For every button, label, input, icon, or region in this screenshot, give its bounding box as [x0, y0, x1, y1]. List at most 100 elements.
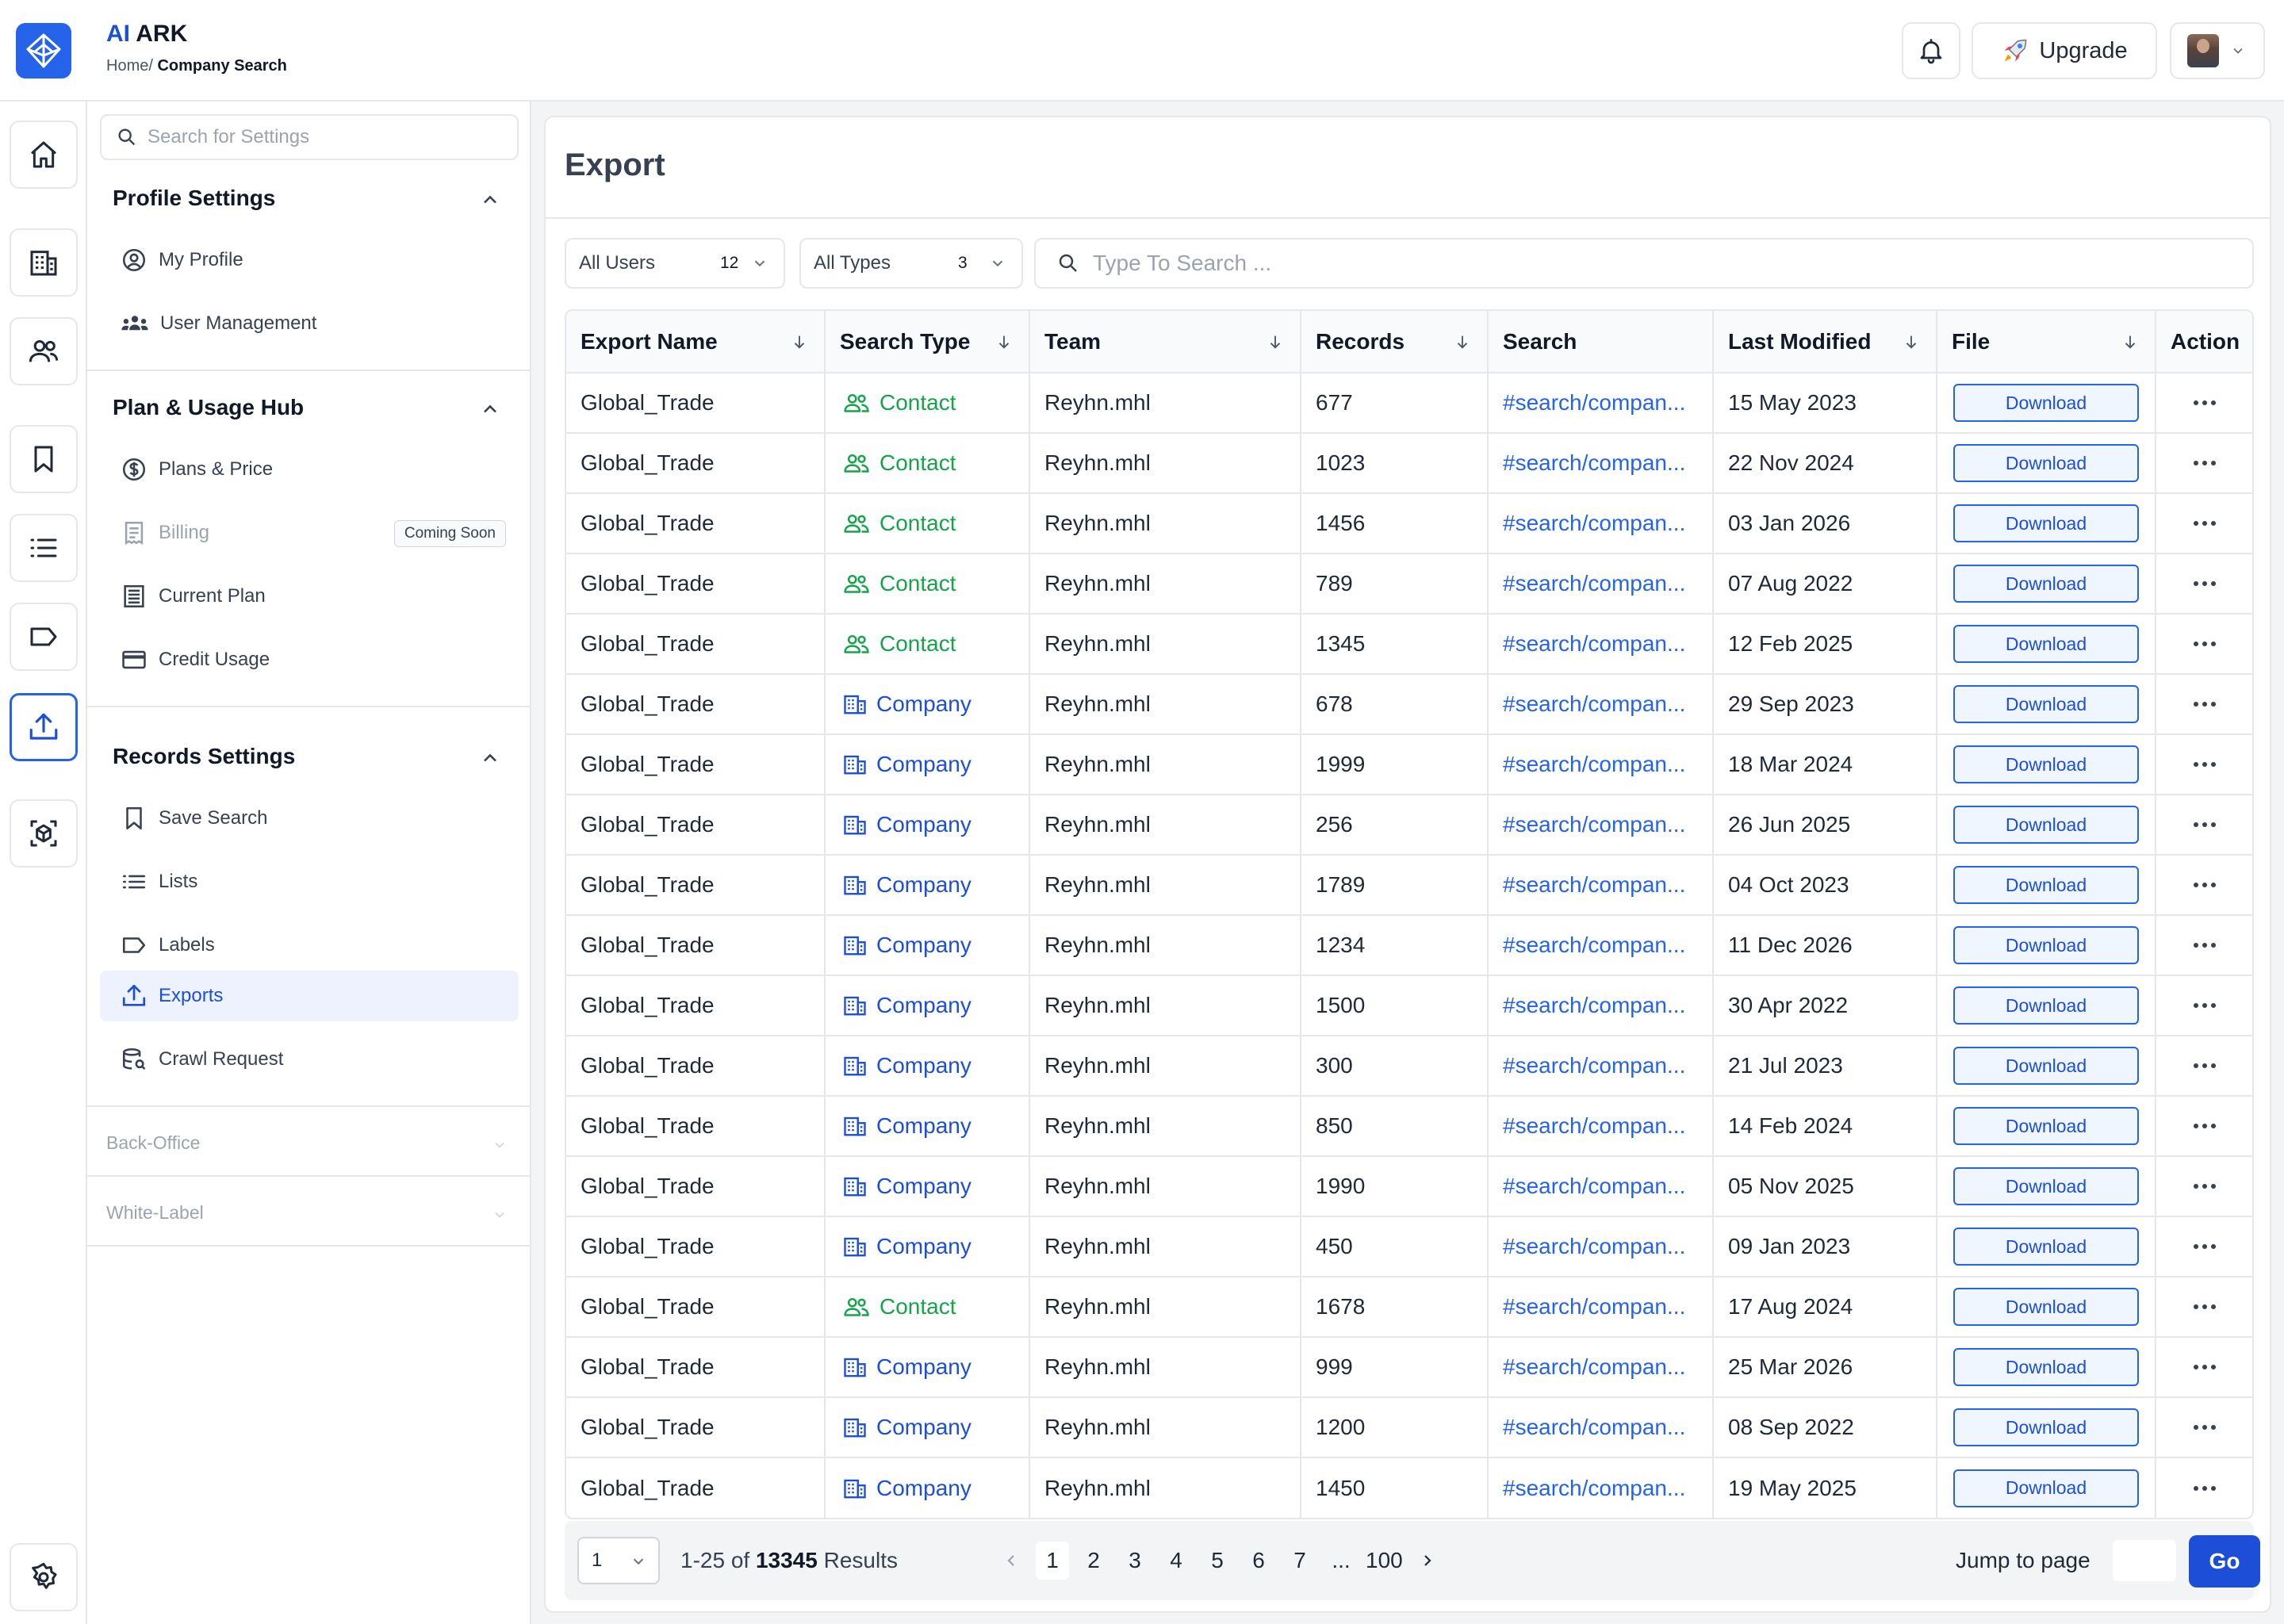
table-row[interactable]: Global_Trade Company Reyhn.mhl 1450 #search/…: [566, 1457, 2252, 1518]
sidebar-item-my-profile[interactable]: My Profile: [100, 235, 519, 285]
types-filter[interactable]: All Types 3: [799, 238, 1023, 289]
user-menu-button[interactable]: [2170, 22, 2265, 79]
search-link[interactable]: #search/compan...: [1503, 1415, 1685, 1439]
rail-lists-button[interactable]: [10, 514, 78, 582]
more-options-icon[interactable]: [2156, 581, 2252, 586]
download-button[interactable]: Download: [1953, 1348, 2139, 1386]
sidebar-item-crawl-request[interactable]: Crawl Request: [100, 1034, 519, 1085]
more-options-icon[interactable]: [2156, 1425, 2252, 1430]
settings-search[interactable]: [100, 114, 519, 160]
more-options-icon[interactable]: [2156, 1184, 2252, 1189]
download-button[interactable]: Download: [1953, 625, 2139, 663]
more-options-icon[interactable]: [2156, 521, 2252, 526]
search-link[interactable]: #search/compan...: [1503, 691, 1685, 716]
rail-saved-button[interactable]: [10, 425, 78, 493]
search-link[interactable]: #search/compan...: [1503, 933, 1685, 957]
download-button[interactable]: Download: [1953, 926, 2139, 964]
export-search[interactable]: [1034, 238, 2254, 289]
column-header[interactable]: Records: [1301, 311, 1489, 373]
search-link[interactable]: #search/compan...: [1503, 1476, 1685, 1500]
app-logo[interactable]: [16, 23, 71, 79]
section-title-back-office[interactable]: Back-Office: [106, 1132, 200, 1154]
upgrade-button[interactable]: Upgrade: [1972, 22, 2157, 79]
more-options-icon[interactable]: [2156, 822, 2252, 827]
download-button[interactable]: Download: [1953, 565, 2139, 603]
table-row[interactable]: Global_Trade Contact Reyhn.mhl 1456 #search/…: [566, 493, 2252, 554]
search-link[interactable]: #search/compan...: [1503, 631, 1685, 656]
table-row[interactable]: Global_Trade Contact Reyhn.mhl 1345 #search/…: [566, 614, 2252, 675]
page-button[interactable]: 3: [1118, 1542, 1152, 1580]
prev-page-button[interactable]: [994, 1542, 1028, 1580]
table-row[interactable]: Global_Trade Company Reyhn.mhl 850 #search/c…: [566, 1096, 2252, 1157]
more-options-icon[interactable]: [2156, 883, 2252, 887]
column-header[interactable]: Export Name: [566, 311, 826, 373]
download-button[interactable]: Download: [1953, 1288, 2139, 1326]
search-link[interactable]: #search/compan...: [1503, 511, 1685, 535]
jump-to-page-input[interactable]: [2113, 1540, 2176, 1581]
more-options-icon[interactable]: [2156, 1063, 2252, 1068]
download-button[interactable]: Download: [1953, 504, 2139, 542]
download-button[interactable]: Download: [1953, 1107, 2139, 1145]
rail-settings-button[interactable]: [10, 1543, 78, 1611]
section-title-white-label[interactable]: White-Label: [106, 1202, 204, 1224]
more-options-icon[interactable]: [2156, 1003, 2252, 1008]
search-link[interactable]: #search/compan...: [1503, 812, 1685, 837]
search-link[interactable]: #search/compan...: [1503, 571, 1685, 596]
table-row[interactable]: Global_Trade Contact Reyhn.mhl 1023 #search/…: [566, 433, 2252, 494]
column-header[interactable]: Team: [1029, 311, 1301, 373]
page-button[interactable]: 7: [1283, 1542, 1316, 1580]
search-link[interactable]: #search/compan...: [1503, 1294, 1685, 1319]
per-page-select[interactable]: 1: [577, 1537, 660, 1584]
more-options-icon[interactable]: [2156, 1485, 2252, 1491]
table-row[interactable]: Global_Trade Company Reyhn.mhl 1990 #search/…: [566, 1156, 2252, 1217]
download-button[interactable]: Download: [1953, 1408, 2139, 1446]
notifications-button[interactable]: [1902, 22, 1960, 79]
chevron-up-icon[interactable]: [479, 398, 501, 420]
column-header[interactable]: Search Type: [825, 311, 1030, 373]
chevron-up-icon[interactable]: [479, 747, 501, 769]
more-options-icon[interactable]: [2156, 762, 2252, 767]
sidebar-item-save-search[interactable]: Save Search: [100, 793, 519, 844]
search-link[interactable]: #search/compan...: [1503, 872, 1685, 897]
more-options-icon[interactable]: [2156, 400, 2252, 405]
rail-companies-button[interactable]: [10, 228, 78, 297]
go-button[interactable]: Go: [2189, 1535, 2260, 1588]
settings-search-input[interactable]: [148, 126, 496, 148]
page-button[interactable]: 4: [1159, 1542, 1193, 1580]
breadcrumb-home[interactable]: Home/: [106, 57, 153, 75]
search-link[interactable]: #search/compan...: [1503, 1234, 1685, 1258]
sidebar-item-labels[interactable]: Labels: [100, 920, 519, 971]
download-button[interactable]: Download: [1953, 806, 2139, 844]
search-link[interactable]: #search/compan...: [1503, 390, 1685, 415]
table-row[interactable]: Global_Trade Contact Reyhn.mhl 1678 #search/…: [566, 1277, 2252, 1338]
export-search-input[interactable]: [1093, 251, 2203, 276]
table-row[interactable]: Global_Trade Company Reyhn.mhl 999 #search/c…: [566, 1337, 2252, 1398]
search-link[interactable]: #search/compan...: [1503, 1113, 1685, 1138]
table-row[interactable]: Global_Trade Company Reyhn.mhl 1234 #search/…: [566, 915, 2252, 976]
download-button[interactable]: Download: [1953, 745, 2139, 783]
sidebar-item-current-plan[interactable]: Current Plan: [100, 571, 519, 622]
table-row[interactable]: Global_Trade Contact Reyhn.mhl 789 #search/c…: [566, 553, 2252, 615]
rail-contacts-button[interactable]: [10, 317, 78, 385]
more-options-icon[interactable]: [2156, 1304, 2252, 1309]
table-row[interactable]: Global_Trade Company Reyhn.mhl 1200 #search/…: [566, 1397, 2252, 1458]
more-options-icon[interactable]: [2156, 1124, 2252, 1128]
download-button[interactable]: Download: [1953, 685, 2139, 723]
page-button[interactable]: 2: [1077, 1542, 1110, 1580]
table-row[interactable]: Global_Trade Company Reyhn.mhl 1789 #search/…: [566, 855, 2252, 916]
search-link[interactable]: #search/compan...: [1503, 993, 1685, 1017]
download-button[interactable]: Download: [1953, 384, 2139, 422]
more-options-icon[interactable]: [2156, 642, 2252, 646]
rail-crawl-button[interactable]: [10, 799, 78, 868]
sidebar-item-user-management[interactable]: User Management: [100, 298, 519, 349]
sidebar-item-credit-usage[interactable]: Credit Usage: [100, 634, 519, 685]
next-page-button[interactable]: [1411, 1542, 1444, 1580]
download-button[interactable]: Download: [1953, 1167, 2139, 1205]
search-link[interactable]: #search/compan...: [1503, 1053, 1685, 1078]
search-link[interactable]: #search/compan...: [1503, 450, 1685, 475]
table-row[interactable]: Global_Trade Company Reyhn.mhl 1999 #search/…: [566, 734, 2252, 795]
search-link[interactable]: #search/compan...: [1503, 1354, 1685, 1379]
column-header[interactable]: Last Modified: [1713, 311, 1937, 373]
table-row[interactable]: Global_Trade Company Reyhn.mhl 1500 #search/…: [566, 975, 2252, 1036]
page-button-last[interactable]: 100: [1366, 1542, 1403, 1580]
